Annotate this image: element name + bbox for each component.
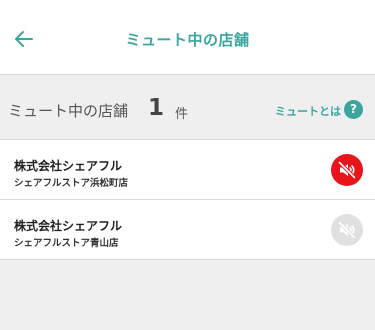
help-icon[interactable]: ?: [344, 100, 363, 119]
mute-toggle-button[interactable]: [331, 154, 363, 186]
summary-label: ミュート中の店舗: [8, 102, 129, 120]
branch-name: シェアフルストア青山店: [14, 238, 119, 249]
branch-name: シェアフルストア浜松町店: [14, 178, 129, 189]
shop-row: 株式会社シェアフル シェアフルストア浜松町店: [0, 140, 375, 200]
speaker-muted-icon: [337, 160, 357, 180]
muted-shop-list: 株式会社シェアフル シェアフルストア浜松町店 株式会社シェアフル シェアフルスト…: [0, 139, 375, 260]
muted-count: 1: [148, 95, 165, 121]
app-header: ミュート中の店舗: [0, 0, 375, 75]
count-unit: 件: [175, 107, 189, 122]
speaker-muted-icon: [337, 220, 357, 240]
shop-name: 株式会社シェアフル: [14, 159, 123, 173]
mute-toggle-button[interactable]: [331, 214, 363, 246]
mute-summary: ミュート中の店舗 1 件 ミュートとは ?: [0, 75, 375, 139]
shop-row: 株式会社シェアフル シェアフルストア青山店: [0, 200, 375, 260]
about-mute-link[interactable]: ミュートとは: [275, 103, 341, 119]
shop-name: 株式会社シェアフル: [14, 219, 123, 233]
page-title: ミュート中の店舗: [125, 31, 250, 49]
